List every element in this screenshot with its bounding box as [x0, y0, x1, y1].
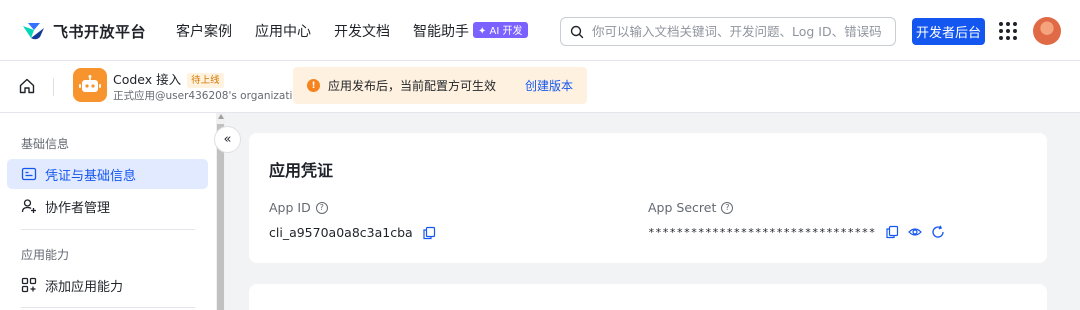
help-icon[interactable]: ?: [315, 201, 328, 214]
status-badge: 待上线: [187, 73, 224, 88]
copy-icon[interactable]: [885, 225, 899, 239]
refresh-icon[interactable]: [931, 225, 945, 239]
app-header: Codex 接入 待上线 正式应用@user436208's organizati…: [0, 61, 1080, 113]
next-section-card: [249, 284, 1047, 310]
search-icon: [570, 25, 584, 38]
app-id-label-text: App ID: [269, 200, 311, 215]
home-icon[interactable]: [18, 77, 36, 95]
copy-icon[interactable]: [422, 226, 436, 240]
card-title: 应用凭证: [269, 161, 334, 180]
sidebar-divider: [21, 307, 195, 308]
publish-notice: ! 应用发布后，当前配置方可生效 创建版本: [293, 67, 587, 104]
ai-badge: ✦ AI 开发: [473, 21, 528, 38]
app-secret-label-text: App Secret: [648, 200, 717, 215]
sidebar-group-basic: 基础信息: [21, 137, 70, 151]
scroll-up-arrow-icon[interactable]: [218, 114, 224, 119]
eye-icon[interactable]: [908, 225, 922, 239]
sidebar-item-credentials[interactable]: 凭证与基础信息: [7, 159, 208, 189]
notice-text: 应用发布后，当前配置方可生效: [328, 79, 497, 93]
nav-link-app-center[interactable]: 应用中心: [255, 21, 311, 41]
sidebar: 基础信息 凭证与基础信息 协作者管理 应用能力 添加应用能力: [0, 113, 216, 310]
header-divider: [53, 78, 54, 96]
help-icon[interactable]: ?: [721, 201, 734, 214]
brand-logo[interactable]: 飞书开放平台: [20, 18, 146, 44]
app-name-text: Codex 接入: [113, 72, 182, 87]
sidebar-item-label: 添加应用能力: [45, 279, 124, 295]
nav-link-assistant-label: 智能助手: [413, 24, 469, 40]
nav-link-cases[interactable]: 客户案例: [176, 21, 232, 41]
app-name: Codex 接入 待上线: [113, 69, 224, 88]
credentials-card: 应用凭证 App ID ? cli_a9570a0a8c3a1cba App S…: [249, 133, 1047, 263]
app-secret-field: ********************************: [648, 225, 945, 239]
sidebar-item-collaborators[interactable]: 协作者管理: [7, 191, 208, 221]
add-user-icon: [21, 199, 36, 213]
search-box[interactable]: [560, 17, 896, 46]
nav-link-assistant[interactable]: 智能助手 ✦ AI 开发: [413, 21, 528, 41]
search-input[interactable]: [592, 24, 892, 39]
feishu-logo-icon: [23, 23, 44, 40]
sidebar-divider: [21, 229, 195, 230]
app-id-field: cli_a9570a0a8c3a1cba: [269, 225, 436, 240]
top-nav: 飞书开放平台 客户案例 应用中心 开发文档 智能助手✦ AI 开发 开发者后台: [0, 0, 1080, 61]
collapse-sidebar-button[interactable]: «: [214, 126, 241, 153]
sidebar-item-add-capability[interactable]: 添加应用能力: [7, 270, 208, 300]
app-subtitle: 正式应用@user436208's organization: [113, 90, 306, 102]
app-id-value: cli_a9570a0a8c3a1cba: [269, 225, 413, 240]
dev-console-button[interactable]: 开发者后台: [912, 18, 985, 45]
user-avatar[interactable]: [1033, 17, 1061, 45]
app-secret-value: ********************************: [648, 225, 876, 239]
nav-link-docs[interactable]: 开发文档: [334, 21, 390, 41]
double-chevron-left-icon: «: [223, 132, 232, 147]
sidebar-item-label: 凭证与基础信息: [45, 168, 137, 184]
apps-grid-icon[interactable]: [999, 22, 1017, 40]
app-secret-label: App Secret ?: [648, 200, 734, 215]
sidebar-item-label: 协作者管理: [45, 200, 111, 216]
nav-links: 客户案例 应用中心 开发文档 智能助手 ✦ AI 开发: [176, 21, 551, 41]
app-robot-icon: [73, 68, 107, 102]
brand-name: 飞书开放平台: [53, 22, 147, 41]
create-version-link[interactable]: 创建版本: [525, 77, 573, 94]
app-id-label: App ID ?: [269, 200, 328, 215]
add-apps-icon: [21, 277, 37, 293]
warning-icon: !: [307, 79, 320, 92]
sidebar-group-capabilities: 应用能力: [21, 248, 70, 262]
id-card-icon: [21, 167, 37, 181]
